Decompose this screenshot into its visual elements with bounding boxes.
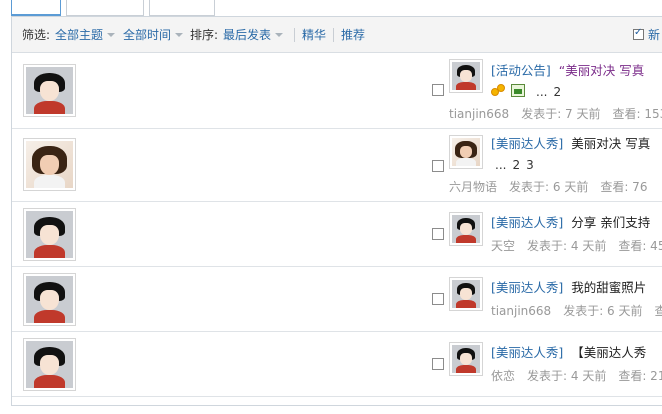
avatar[interactable] [449, 277, 483, 311]
sort-dropdown[interactable]: 最后发表 [223, 28, 284, 42]
thread-select-checkbox[interactable] [432, 228, 444, 240]
thread-view-count: 查看 [654, 304, 662, 318]
thread-meta: 天空 发表于: 4 天前 查看: 45 [491, 239, 662, 253]
all-topics-dropdown[interactable]: 全部主题 [55, 28, 116, 42]
filter-label: 筛选: [22, 28, 51, 42]
page-ellipsis: ... [495, 158, 507, 172]
users-icon [491, 84, 507, 98]
sort-value: 最后发表 [223, 28, 272, 42]
recommend-filter-link[interactable]: 推荐 [341, 28, 365, 42]
page-ellipsis: ... [536, 85, 548, 99]
avatar[interactable] [449, 59, 483, 93]
thread-select-checkbox[interactable] [432, 84, 444, 96]
thread-title-link[interactable]: 分享 亲们支持 [571, 215, 650, 230]
tab-strip [0, 0, 662, 16]
new-window-label[interactable]: 新 [648, 28, 660, 42]
page-link[interactable]: 3 [526, 158, 534, 172]
avatar[interactable] [449, 135, 483, 169]
filter-bar: 筛选: 全部主题 全部时间 排序: 最后发表 精华 推荐 新 [12, 17, 662, 53]
new-window-checkbox[interactable] [633, 27, 644, 40]
digest-filter-link[interactable]: 精华 [302, 28, 326, 42]
thread-select-checkbox[interactable] [432, 358, 444, 370]
thread-author-link[interactable]: tianjin668 [491, 304, 551, 318]
avatar[interactable] [23, 273, 76, 326]
tab-active[interactable] [11, 0, 61, 16]
avatar[interactable] [23, 208, 76, 261]
thread-view-count: 查看: 21 [618, 369, 662, 383]
chevron-down-icon [107, 33, 116, 37]
divider [294, 28, 295, 42]
thread-meta: 六月物语 发表于: 6 天前 查看: 76 [449, 180, 659, 194]
avatar[interactable] [449, 342, 483, 376]
page-links: ... 2 [536, 85, 561, 99]
page-link[interactable]: 2 [512, 158, 520, 172]
thread-row: [美丽达人秀] 分享 亲们支持 天空 发表于: 4 天前 查看: 45 [12, 202, 662, 267]
thread-category-link[interactable]: [美丽达人秀] [491, 345, 563, 360]
avatar[interactable] [23, 138, 76, 191]
thread-row: [美丽达人秀] 美丽对决 写真 ... 2 3 六月物语 发表于: 6 天前 查看: 76 [12, 129, 662, 202]
thread-category-link[interactable]: [美丽达人秀] [491, 215, 563, 230]
thread-title-link[interactable]: 【美丽达人秀 [571, 345, 646, 360]
thread-select-checkbox[interactable] [432, 293, 444, 305]
thread-title-line: [美丽达人秀] 美丽对决 写真 [491, 136, 650, 151]
thread-author-link[interactable]: 依恋 [491, 369, 515, 383]
thread-category-link[interactable]: [活动公告] [491, 63, 551, 78]
tab-second[interactable] [66, 0, 144, 16]
thread-meta: tianjin668 发表于: 6 天前查看 [491, 304, 662, 318]
thread-posted-time: 发表于: 6 天前 [563, 304, 643, 318]
thread-category-link[interactable]: [美丽达人秀] [491, 136, 563, 151]
thread-meta: 依恋 发表于: 4 天前 查看: 21 [491, 369, 662, 383]
thread-author-link[interactable]: 天空 [491, 239, 515, 253]
thread-view-count: 查看: 76 [600, 180, 648, 194]
thread-title-link[interactable]: “美丽对决 写真 [559, 63, 644, 78]
thread-title-line: [美丽达人秀] 我的甜蜜照片 [491, 280, 646, 295]
avatar[interactable] [23, 64, 76, 117]
thread-title-link[interactable]: 美丽对决 写真 [571, 136, 650, 151]
sort-label: 排序: [190, 28, 219, 42]
tab-third[interactable] [149, 0, 215, 16]
image-attachment-icon [511, 84, 525, 97]
avatar[interactable] [449, 212, 483, 246]
thread-author-link[interactable]: tianjin668 [449, 107, 509, 121]
thread-posted-time: 发表于: 7 天前 [521, 107, 601, 121]
thread-select-checkbox[interactable] [432, 160, 444, 172]
thread-posted-time: 发表于: 4 天前 [527, 239, 607, 253]
page-link[interactable]: 2 [553, 85, 561, 99]
thread-title-link[interactable]: 我的甜蜜照片 [571, 280, 646, 295]
thread-view-count: 查看: 153 [612, 107, 662, 121]
thread-row: [活动公告] “美丽对决 写真 ... 2 tianjin668 发表于: 7 天前查… [12, 53, 662, 129]
avatar[interactable] [23, 338, 76, 391]
thread-row: [美丽达人秀] 我的甜蜜照片 tianjin668 发表于: 6 天前查看 [12, 267, 662, 332]
thread-view-count: 查看: 45 [618, 239, 662, 253]
thread-author-link[interactable]: 六月物语 [449, 180, 497, 194]
thread-title-line: [美丽达人秀] 分享 亲们支持 [491, 215, 650, 230]
chevron-down-icon [275, 33, 284, 37]
all-time-label: 全部时间 [123, 28, 172, 42]
all-topics-label: 全部主题 [55, 28, 104, 42]
page-links: ... 2 3 [495, 158, 534, 172]
thread-title-line: [活动公告] “美丽对决 写真 [491, 63, 644, 78]
divider [333, 28, 334, 42]
thread-row: [美丽达人秀] 【美丽达人秀 依恋 发表于: 4 天前 查看: 21 [12, 332, 662, 397]
thread-meta: tianjin668 发表于: 7 天前 查看: 153 [449, 107, 662, 121]
thread-list-panel: 筛选: 全部主题 全部时间 排序: 最后发表 精华 推荐 新 [活动公告] “美丽… [11, 16, 662, 406]
thread-posted-time: 发表于: 4 天前 [527, 369, 607, 383]
thread-title-line: [美丽达人秀] 【美丽达人秀 [491, 345, 646, 360]
chevron-down-icon [175, 33, 184, 37]
thread-category-link[interactable]: [美丽达人秀] [491, 280, 563, 295]
thread-posted-time: 发表于: 6 天前 [509, 180, 589, 194]
all-time-dropdown[interactable]: 全部时间 [123, 28, 184, 42]
